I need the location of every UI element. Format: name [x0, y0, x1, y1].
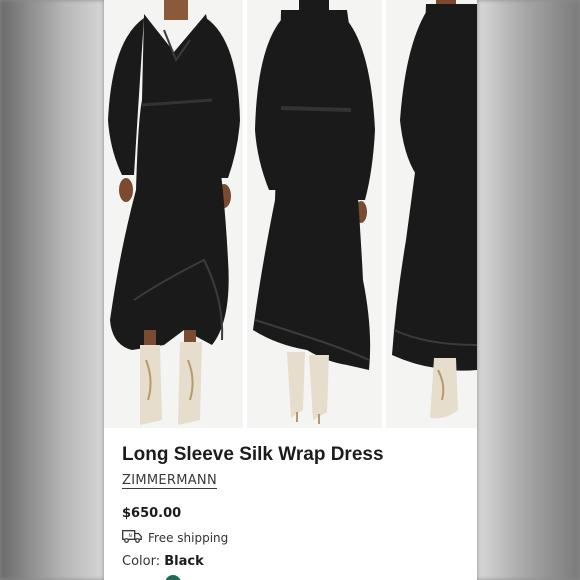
shipping-label: Free shipping — [148, 530, 229, 545]
product-image-front[interactable] — [104, 0, 243, 428]
blurred-background-left — [0, 0, 104, 580]
svg-text:N: N — [129, 533, 132, 539]
product-title: Long Sleeve Silk Wrap Dress — [122, 444, 384, 465]
brand-link[interactable]: ZIMMERMANN — [122, 473, 217, 488]
color-swatch[interactable] — [165, 575, 181, 580]
product-image-side[interactable] — [386, 0, 477, 428]
color-label: Color: — [122, 554, 161, 569]
product-card: Long Sleeve Silk Wrap Dress ZIMMERMANN $… — [104, 0, 477, 580]
product-image-back[interactable] — [247, 0, 382, 428]
truck-icon: N — [122, 528, 142, 547]
product-price: $650.00 — [122, 506, 182, 521]
blurred-background-right — [477, 0, 580, 580]
color-value: Black — [164, 554, 204, 569]
color-selector-label: Color: Black — [122, 554, 204, 569]
shipping-row: N Free shipping — [122, 528, 228, 547]
product-image-gallery[interactable] — [104, 0, 477, 428]
